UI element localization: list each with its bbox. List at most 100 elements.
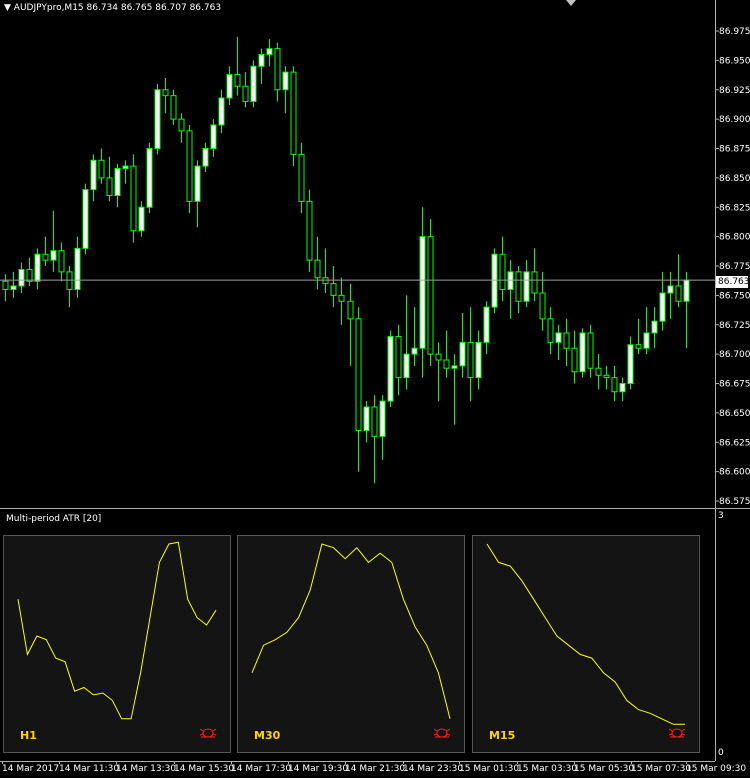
candle (282, 66, 289, 114)
bear-candle-body (587, 332, 594, 369)
bear-candle-body (395, 336, 402, 379)
current-price-tag: 86.763 (716, 276, 750, 288)
atr-panel-h1: H1 (3, 535, 231, 753)
bear-candle-body (595, 367, 602, 376)
candle (154, 83, 161, 155)
bull-candle-body (74, 247, 81, 290)
bear-candle-body (330, 283, 337, 296)
candle (314, 236, 321, 290)
bull-candle-body (114, 167, 121, 197)
candle (274, 42, 281, 102)
candle (499, 236, 506, 302)
bull-candle-body (10, 285, 17, 291)
symbol-menu-icon[interactable]: ▼ (4, 3, 14, 13)
bug-icon (434, 728, 450, 738)
candle (587, 324, 594, 378)
price-tick-label: 86.975 (719, 27, 750, 37)
candle (178, 113, 185, 143)
candle (250, 60, 257, 108)
candle (106, 156, 113, 202)
price-tick-label: 86.825 (719, 203, 750, 213)
bear-candle-body (435, 353, 442, 361)
bear-candle-body (306, 200, 313, 261)
candle (355, 307, 362, 472)
candle (74, 236, 81, 298)
atr-line-m30 (251, 543, 451, 719)
candle (146, 142, 153, 214)
bull-candle-body (82, 189, 89, 249)
time-tick-mark (403, 761, 404, 764)
price-axis[interactable]: 86.975 86.950 86.925 86.900 86.875 86.850 86.8… (715, 27, 750, 507)
time-tick-mark (231, 761, 232, 764)
atr-line-h1 (17, 541, 217, 720)
bear-candle-body (539, 292, 546, 320)
candle (523, 260, 530, 308)
bear-candle-body (371, 406, 378, 437)
bull-candle-body (667, 285, 674, 294)
price-tick-label: 86.725 (719, 321, 750, 331)
candle (555, 324, 562, 360)
atr-line-m15 (486, 543, 685, 725)
candle (363, 401, 370, 443)
indicator-axis-line (715, 509, 716, 761)
bull-candle-body (50, 250, 57, 261)
bull-candle-body (643, 332, 650, 349)
candle (122, 160, 129, 184)
bull-candle-body (282, 71, 289, 91)
main-price-chart[interactable]: 86.975 86.950 86.925 86.900 86.875 86.850 86.8… (0, 0, 750, 508)
time-tick-mark (345, 761, 346, 764)
bull-candle-body (419, 236, 426, 349)
bull-candle-body (555, 332, 562, 343)
candle (595, 354, 602, 390)
time-tick-mark (574, 761, 575, 764)
bear-candle-body (66, 271, 73, 290)
bull-candle-body (459, 341, 466, 367)
bear-candle-body (547, 318, 554, 343)
bull-candle-body (475, 341, 482, 379)
indicator-scale-max: 3 (718, 511, 724, 521)
bull-candle-body (523, 271, 530, 302)
candle (26, 257, 33, 286)
bull-candle-body (210, 124, 217, 149)
candle (491, 248, 498, 313)
window-separator[interactable] (0, 508, 750, 509)
candle (443, 330, 450, 378)
candle (627, 336, 634, 390)
bear-candle-body (290, 71, 297, 155)
bear-candle-body (635, 344, 642, 349)
bull-candle-body (90, 159, 97, 191)
price-tick-label: 86.875 (719, 145, 750, 155)
candle (202, 142, 209, 172)
time-tick-mark (288, 761, 289, 764)
candle (218, 89, 225, 134)
candle (403, 295, 410, 390)
bear-candle-body (178, 118, 185, 132)
candle (515, 266, 522, 313)
atr-series-line (486, 543, 685, 725)
bear-candle-body (347, 300, 354, 320)
candle (130, 154, 137, 243)
candle (547, 307, 554, 355)
time-axis-line (0, 761, 715, 762)
bull-candle-body (651, 320, 658, 334)
candle (138, 201, 145, 237)
candle (419, 207, 426, 378)
candle (659, 271, 666, 331)
candle (603, 365, 610, 390)
time-tick-label: 14 Mar 19:30 (288, 764, 349, 774)
panel-label: H1 (20, 729, 37, 742)
bull-candle-body (483, 306, 490, 343)
bear-candle-body (234, 73, 241, 87)
candle (322, 248, 329, 294)
candle (411, 307, 418, 366)
candle (194, 160, 201, 228)
bear-candle-body (170, 95, 177, 120)
bear-candle-body (42, 253, 49, 261)
time-tick-mark (517, 761, 518, 764)
time-tick-label: 15 Mar 03:30 (517, 764, 578, 774)
price-tick-label: 86.775 (719, 262, 750, 272)
time-tick-label: 14 Mar 21:30 (345, 764, 406, 774)
time-tick-mark (116, 761, 117, 764)
bear-candle-body (611, 377, 618, 393)
bear-candle-body (515, 271, 522, 302)
